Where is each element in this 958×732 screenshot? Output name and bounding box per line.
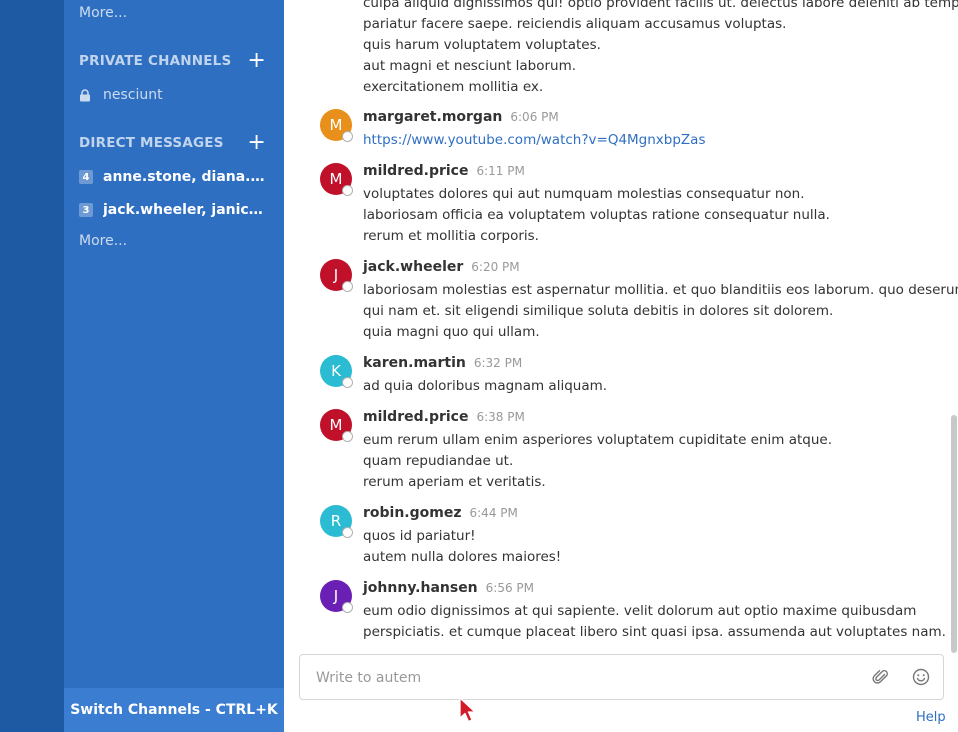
- post-text-line: laboriosam officia ea voluptatem volupta…: [363, 207, 830, 223]
- help-link[interactable]: Help: [916, 710, 946, 725]
- team-sidebar: [0, 0, 64, 732]
- sidebar-item-label: nesciunt: [103, 87, 163, 103]
- post-username[interactable]: robin.gomez: [363, 505, 462, 521]
- post-text-line: quia magni quo qui ullam.: [363, 324, 540, 340]
- post-username[interactable]: johnny.hansen: [363, 580, 478, 596]
- emoji-icon[interactable]: [912, 668, 930, 686]
- post-header: johnny.hansen 6:56 PM: [363, 580, 534, 600]
- status-indicator: [342, 377, 353, 388]
- post-username[interactable]: karen.martin: [363, 355, 466, 371]
- status-indicator: [342, 527, 353, 538]
- mouse-cursor-icon: [458, 697, 480, 729]
- post-text-line: eum odio dignissimos at qui sapiente. ve…: [363, 603, 917, 619]
- post-header: mildred.price 6:11 PM: [363, 163, 525, 183]
- post-link[interactable]: https://www.youtube.com/watch?v=Q4Mgnxbp…: [363, 132, 706, 148]
- dm-member-count-badge: 3: [79, 203, 93, 217]
- post-text-line: autem nulla dolores maiores!: [363, 549, 562, 565]
- post-time[interactable]: 6:11 PM: [476, 164, 524, 178]
- direct-messages-title: DIRECT MESSAGES: [79, 135, 224, 151]
- sidebar-item-label: jack.wheeler, janice.ar...: [103, 202, 270, 218]
- message-scrollbar-thumb[interactable]: [951, 415, 957, 653]
- post-header: jack.wheeler 6:20 PM: [363, 259, 520, 279]
- post-text-line: qui nam et. sit eligendi similique solut…: [363, 303, 834, 319]
- post-username[interactable]: mildred.price: [363, 409, 468, 425]
- post-text-line: pariatur facere saepe. reiciendis aliqua…: [363, 16, 787, 32]
- private-channels-header: PRIVATE CHANNELS +: [79, 50, 266, 72]
- post-text-line: quis harum voluptatem voluptates.: [363, 37, 601, 53]
- post-text-line: laboriosam molestias est aspernatur moll…: [363, 282, 958, 298]
- post-text-line: culpa aliquid dignissimos qui! optio pro…: [363, 0, 958, 11]
- post-text-line: rerum et mollitia corporis.: [363, 228, 539, 244]
- post-text-line: perspiciatis. et cumque placeat libero s…: [363, 624, 946, 640]
- status-indicator: [342, 602, 353, 613]
- post-time[interactable]: 6:38 PM: [476, 410, 524, 424]
- post-time[interactable]: 6:56 PM: [486, 581, 534, 595]
- add-private-channel-icon[interactable]: +: [247, 50, 266, 72]
- more-channels-link[interactable]: More...: [79, 5, 127, 21]
- post-time[interactable]: 6:20 PM: [471, 260, 519, 274]
- post-username[interactable]: mildred.price: [363, 163, 468, 179]
- sidebar-item-nesciunt[interactable]: nesciunt: [79, 84, 270, 106]
- post-username[interactable]: jack.wheeler: [363, 259, 463, 275]
- status-indicator: [342, 131, 353, 142]
- post-header: robin.gomez 6:44 PM: [363, 505, 518, 525]
- post-text-line: aut magni et nesciunt laborum.: [363, 58, 577, 74]
- sidebar-item-label: anne.stone, diana.well...: [103, 169, 270, 185]
- status-indicator: [342, 185, 353, 196]
- paperclip-icon[interactable]: [872, 668, 890, 686]
- post-header: mildred.price 6:38 PM: [363, 409, 525, 429]
- private-channels-title: PRIVATE CHANNELS: [79, 53, 232, 69]
- status-indicator: [342, 281, 353, 292]
- post-text-line: quos id pariatur!: [363, 528, 476, 544]
- sidebar-item-dm-anne-stone[interactable]: 4 anne.stone, diana.well...: [79, 166, 270, 188]
- message-input[interactable]: [314, 655, 858, 701]
- post-time[interactable]: 6:06 PM: [510, 110, 558, 124]
- post-username[interactable]: margaret.morgan: [363, 109, 502, 125]
- post-header: karen.martin 6:32 PM: [363, 355, 522, 375]
- post-text-line: ad quia doloribus magnam aliquam.: [363, 378, 608, 394]
- sidebar-item-dm-jack-wheeler[interactable]: 3 jack.wheeler, janice.ar...: [79, 199, 270, 221]
- channel-sidebar: More... PRIVATE CHANNELS + nesciunt DIRE…: [64, 0, 284, 732]
- status-indicator: [342, 431, 353, 442]
- dm-member-count-badge: 4: [79, 170, 93, 184]
- more-direct-messages-link[interactable]: More...: [79, 233, 127, 249]
- post-text-line: quam repudiandae ut.: [363, 453, 514, 469]
- direct-messages-header: DIRECT MESSAGES +: [79, 132, 266, 154]
- post-text-line: exercitationem mollitia ex.: [363, 79, 544, 95]
- message-list: culpa aliquid dignissimos qui! optio pro…: [284, 0, 958, 732]
- post-text-line: eum rerum ullam enim asperiores voluptat…: [363, 432, 833, 448]
- add-direct-message-icon[interactable]: +: [247, 132, 266, 154]
- switch-channels-button[interactable]: Switch Channels - CTRL+K: [64, 688, 284, 732]
- post-time[interactable]: 6:32 PM: [474, 356, 522, 370]
- post-time[interactable]: 6:44 PM: [470, 506, 518, 520]
- post-header: margaret.morgan 6:06 PM: [363, 109, 559, 129]
- lock-icon: [79, 88, 93, 102]
- post-text-line: rerum aperiam et veritatis.: [363, 474, 546, 490]
- message-composer: [299, 654, 944, 701]
- post-text-line: voluptates dolores qui aut numquam moles…: [363, 186, 805, 202]
